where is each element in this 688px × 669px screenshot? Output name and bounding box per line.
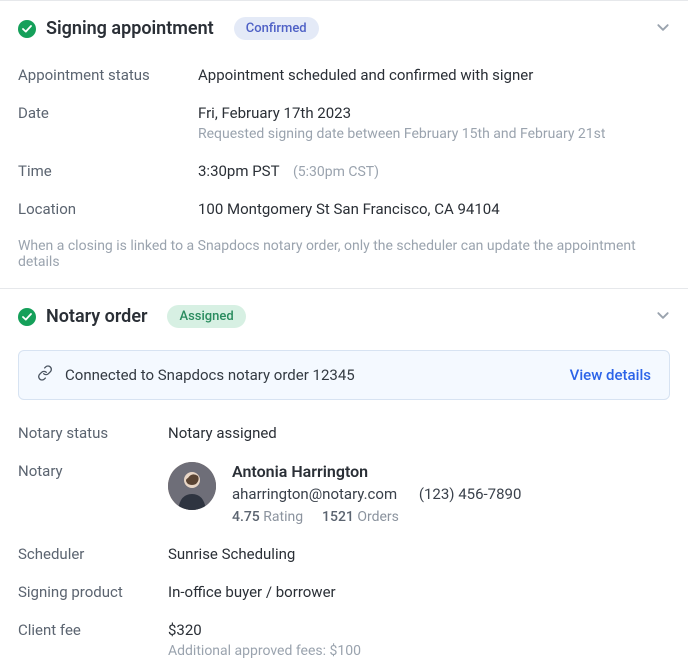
check-circle-icon (18, 308, 36, 326)
time-value: 3:30pm PST (198, 162, 279, 180)
time-alt: (5:30pm CST) (293, 164, 379, 180)
rating-value: 4.75 (232, 509, 260, 525)
connected-banner-text: Connected to Snapdocs notary order 12345 (65, 366, 355, 384)
date-label: Date (18, 104, 198, 122)
notary-status-label: Notary status (18, 424, 168, 442)
date-value: Fri, February 17th 2023 (198, 104, 605, 122)
notary-phone: (123) 456-7890 (419, 485, 522, 503)
orders-value: 1521 (322, 509, 354, 525)
notary-status-value: Notary assigned (168, 424, 277, 442)
notary-order-panel: Notary order Assigned Connected to Snapd… (0, 288, 688, 669)
scheduler-label: Scheduler (18, 545, 168, 563)
link-icon (37, 365, 53, 385)
notary-email: aharrington@notary.com (232, 485, 397, 503)
appointment-footer-note: When a closing is linked to a Snapdocs n… (0, 228, 688, 288)
signing-appointment-header[interactable]: Signing appointment Confirmed (0, 1, 688, 56)
client-fee-value: $320 (168, 621, 361, 639)
notary-order-header[interactable]: Notary order Assigned (0, 289, 688, 344)
time-label: Time (18, 162, 198, 180)
view-details-link[interactable]: View details (570, 366, 651, 384)
notary-order-status-badge: Assigned (167, 305, 245, 328)
appointment-status-label: Appointment status (18, 66, 198, 84)
appointment-status-value: Appointment scheduled and confirmed with… (198, 66, 533, 84)
signing-product-value: In-office buyer / borrower (168, 583, 336, 601)
client-fee-label: Client fee (18, 621, 168, 639)
signing-product-label: Signing product (18, 583, 168, 601)
orders-label: Orders (357, 509, 399, 525)
scheduler-value: Sunrise Scheduling (168, 545, 295, 563)
date-note: Requested signing date between February … (198, 126, 605, 142)
notary-order-title: Notary order (46, 306, 147, 327)
connected-banner: Connected to Snapdocs notary order 12345… (18, 350, 670, 400)
avatar (168, 462, 216, 510)
notary-label: Notary (18, 462, 168, 480)
signing-appointment-panel: Signing appointment Confirmed Appointmen… (0, 0, 688, 288)
location-label: Location (18, 200, 198, 218)
check-circle-icon (18, 20, 36, 38)
signing-appointment-title: Signing appointment (46, 18, 214, 39)
rating-label: Rating (263, 509, 303, 525)
notary-name: Antonia Harrington (232, 462, 521, 481)
client-fee-note: Additional approved fees: $100 (168, 643, 361, 659)
location-value: 100 Montgomery St San Francisco, CA 9410… (198, 200, 500, 218)
appointment-status-badge: Confirmed (234, 17, 319, 40)
chevron-down-icon[interactable] (656, 307, 670, 326)
chevron-down-icon[interactable] (656, 19, 670, 38)
